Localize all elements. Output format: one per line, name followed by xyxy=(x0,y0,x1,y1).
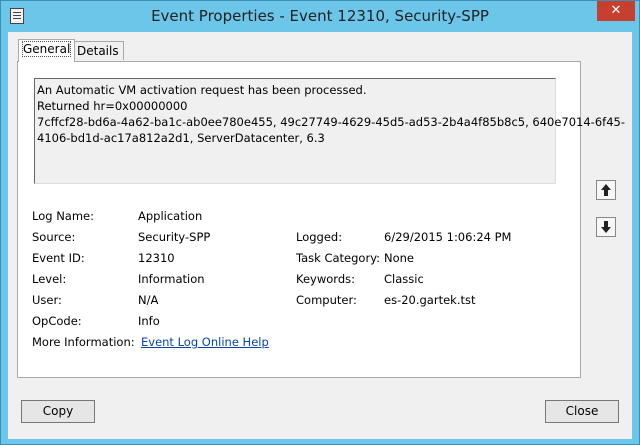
event-properties-window: Event Properties - Event 12310, Security… xyxy=(0,0,640,445)
source-value: Security-SPP xyxy=(138,230,211,244)
keywords-value: Classic xyxy=(384,272,424,286)
tab-details[interactable]: Details xyxy=(72,41,124,60)
logged-label: Logged: xyxy=(296,230,343,244)
user-label: User: xyxy=(32,293,62,307)
close-button-label: Close xyxy=(565,404,599,418)
general-panel: An Automatic VM activation request has b… xyxy=(17,61,625,378)
event-description[interactable]: An Automatic VM activation request has b… xyxy=(34,78,625,184)
close-icon[interactable]: ✕ xyxy=(597,1,635,21)
description-line: 7cffcf28-bd6a-4a62-ba1c-ab0ee780e455, 49… xyxy=(37,115,625,129)
copy-button-label: Copy xyxy=(42,404,74,418)
description-line: 4106-bd1d-ac17a812a2d1, ServerDatacenter… xyxy=(37,131,325,145)
event-id-value: 12310 xyxy=(138,251,175,265)
copy-button[interactable]: Copy xyxy=(21,400,95,423)
task-category-value: None xyxy=(384,251,415,265)
keywords-label: Keywords: xyxy=(296,272,355,286)
tab-general[interactable]: General xyxy=(18,39,76,62)
computer-value: es-20.gartek.tst xyxy=(384,293,476,307)
log-name-label: Log Name: xyxy=(32,209,94,223)
opcode-label: OpCode: xyxy=(32,314,82,328)
level-label: Level: xyxy=(32,272,67,286)
opcode-value: Info xyxy=(138,314,160,328)
arrow-down-icon xyxy=(601,221,611,233)
level-value: Information xyxy=(138,272,205,286)
task-category-label: Task Category: xyxy=(296,251,381,265)
tab-general-label: General xyxy=(21,41,72,57)
event-log-online-help-link[interactable]: Event Log Online Help xyxy=(141,335,269,349)
event-id-label: Event ID: xyxy=(32,251,85,265)
description-line: Returned hr=0x00000000 xyxy=(37,99,188,113)
logged-value: 6/29/2015 1:06:24 PM xyxy=(384,230,512,244)
previous-event-button[interactable] xyxy=(596,180,616,200)
window-title: Event Properties - Event 12310, Security… xyxy=(151,7,489,25)
user-value: N/A xyxy=(138,293,159,307)
source-label: Source: xyxy=(32,230,76,244)
computer-label: Computer: xyxy=(296,293,357,307)
dialog-body: General Details An Automatic VM activati… xyxy=(8,32,632,439)
arrow-up-icon xyxy=(601,184,611,196)
description-line: An Automatic VM activation request has b… xyxy=(37,83,367,97)
log-name-value: Application xyxy=(138,209,203,223)
tab-details-label: Details xyxy=(77,44,119,58)
close-button[interactable]: Close xyxy=(545,400,619,423)
more-info-label: More Information: xyxy=(32,335,135,349)
title-bar[interactable]: Event Properties - Event 12310, Security… xyxy=(1,1,639,32)
next-event-button[interactable] xyxy=(596,217,616,237)
